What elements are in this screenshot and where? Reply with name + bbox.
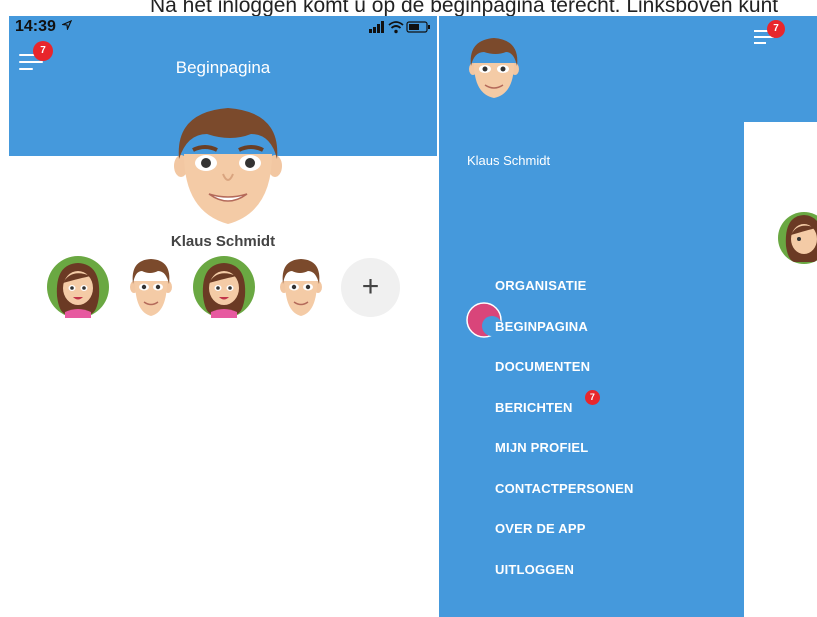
nav-item-uitloggen[interactable]: UITLOGGEN bbox=[495, 562, 634, 603]
nav-item-over-de-app[interactable]: OVER DE APP bbox=[495, 521, 634, 562]
add-contact-button[interactable]: + bbox=[341, 258, 400, 317]
nav-item-documenten[interactable]: DOCUMENTEN bbox=[495, 359, 634, 400]
status-icons bbox=[369, 21, 430, 34]
add-icon: + bbox=[361, 270, 380, 303]
user-avatar[interactable] bbox=[171, 104, 285, 228]
contact-avatar[interactable] bbox=[120, 256, 182, 318]
menu-screen: 7 Klaus Schmidt ORGANISATIE BEGINPAGINA … bbox=[439, 16, 817, 617]
drawer-user-avatar[interactable] bbox=[466, 36, 522, 100]
drawer-user-name: Klaus Schmidt bbox=[467, 153, 551, 168]
nav-item-contactpersonen[interactable]: CONTACTPERSONEN bbox=[495, 481, 634, 522]
battery-icon bbox=[406, 21, 430, 33]
signal-icon bbox=[369, 21, 384, 33]
location-arrow-icon bbox=[61, 19, 73, 32]
nav-item-berichten[interactable]: BERICHTEN 7 bbox=[495, 389, 634, 441]
nav-item-mijn-profiel[interactable]: MIJN PROFIEL bbox=[495, 440, 634, 481]
notification-badge: 7 bbox=[767, 20, 785, 38]
status-time: 14:39 bbox=[15, 18, 73, 36]
navigation-menu: ORGANISATIE BEGINPAGINA DOCUMENTEN BERIC… bbox=[495, 278, 634, 602]
nav-item-beginpagina[interactable]: BEGINPAGINA bbox=[495, 319, 634, 360]
wifi-icon bbox=[388, 21, 404, 34]
contact-avatar bbox=[778, 212, 817, 264]
main-content-peek[interactable] bbox=[744, 122, 817, 617]
user-name: Klaus Schmidt bbox=[170, 233, 276, 250]
contact-avatar[interactable] bbox=[47, 256, 109, 318]
nav-item-organisatie[interactable]: ORGANISATIE bbox=[495, 278, 634, 319]
contact-avatar[interactable] bbox=[193, 256, 255, 318]
home-screen: 14:39 7 Beginpagina Klaus Schmidt + bbox=[9, 16, 437, 617]
berichten-badge: 7 bbox=[585, 389, 600, 405]
contact-avatar[interactable] bbox=[270, 256, 332, 318]
page-title: Beginpagina bbox=[175, 58, 271, 77]
